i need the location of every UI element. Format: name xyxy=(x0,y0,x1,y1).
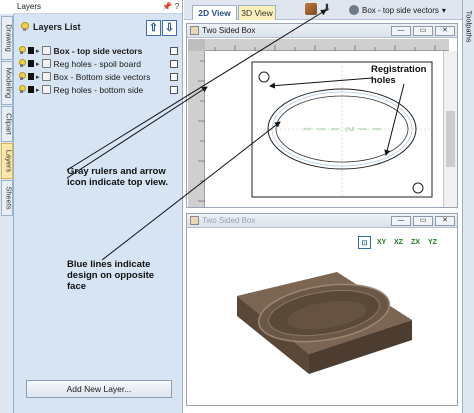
annotation-blue-lines: Blue lines indicate design on opposite f… xyxy=(67,259,155,292)
view-toolbar: 2D View 3D View ⬇ Box - top side vectors… xyxy=(184,0,462,20)
ruler-ticks xyxy=(214,45,436,51)
layer-lock-checkbox[interactable] xyxy=(170,46,178,55)
registration-hole xyxy=(258,71,270,83)
sheet-arrow-icon[interactable]: ⬇ xyxy=(321,3,333,15)
window-2d-view: Two Sided Box — ▭ ✕ ~ ∽ ∼ ∾ ∽ ~ xyxy=(186,23,458,208)
tab-3d-view[interactable]: 3D View xyxy=(238,5,276,20)
ruler-ticks xyxy=(198,60,205,202)
material-setup-icon[interactable] xyxy=(305,3,317,15)
layer-color-swatch[interactable] xyxy=(28,86,34,93)
bulb-icon xyxy=(20,22,29,32)
layer-icon xyxy=(41,85,51,94)
minimize-button[interactable]: — xyxy=(391,25,411,36)
layer-lock-checkbox[interactable] xyxy=(170,72,178,81)
window-icon xyxy=(190,26,199,35)
pin-icon[interactable]: 📌 xyxy=(162,2,172,11)
toolpaths-label: Toolpaths xyxy=(464,10,474,43)
add-new-layer-button[interactable]: Add New Layer... xyxy=(26,380,172,398)
visibility-bulb-icon[interactable] xyxy=(18,85,26,94)
layer-color-swatch[interactable] xyxy=(28,47,34,54)
layer-name[interactable]: Reg holes - spoil board xyxy=(54,59,170,69)
layer-color-swatch[interactable] xyxy=(28,60,34,67)
ruler-corner xyxy=(188,39,205,51)
chevron-icon: ▸ xyxy=(36,73,40,81)
layer-row[interactable]: ▸ Reg holes - spoil board xyxy=(18,57,180,70)
move-layer-up-button[interactable]: ⇧ xyxy=(146,20,161,36)
layer-row[interactable]: ▸ Box - top side vectors xyxy=(18,44,180,57)
chevron-down-icon: ▾ xyxy=(441,5,446,15)
layer-name[interactable]: Box - Bottom side vectors xyxy=(54,72,170,82)
layer-lock-checkbox[interactable] xyxy=(170,59,178,68)
panel-title-bar: Layers 📌 ? xyxy=(14,0,182,14)
layers-list-heading: Layers List xyxy=(20,22,81,32)
layer-row[interactable]: ▸ Reg holes - bottom side xyxy=(18,83,180,96)
sheet-selector-dropdown[interactable]: Box - top side vectors ▾ xyxy=(349,3,461,17)
tab-2d-view[interactable]: 2D View xyxy=(192,5,237,20)
horizontal-ruler xyxy=(205,39,449,51)
layer-color-swatch[interactable] xyxy=(28,73,34,80)
model-render-3d[interactable] xyxy=(187,214,459,407)
move-layer-down-button[interactable]: ⇩ xyxy=(162,20,177,36)
tab-sheets[interactable]: Sheets xyxy=(1,180,14,216)
window-2d-titlebar: Two Sided Box — ▭ ✕ xyxy=(187,24,457,38)
visibility-bulb-icon[interactable] xyxy=(18,72,26,81)
layer-icon xyxy=(41,46,51,55)
layer-name[interactable]: Reg holes - bottom side xyxy=(54,85,170,95)
window-3d-view: Two Sided Box — ▭ ✕ ⊡ XY XZ ZX YZ xyxy=(186,213,458,406)
window-2d-title: Two Sided Box xyxy=(202,26,256,35)
vertical-scrollbar[interactable] xyxy=(443,51,457,207)
tab-sheets-label: Sheets xyxy=(4,186,14,210)
help-icon[interactable]: ? xyxy=(172,2,182,11)
layers-list-title: Layers List xyxy=(33,22,81,32)
sheet-icon xyxy=(349,5,359,15)
chevron-icon: ▸ xyxy=(36,47,40,55)
layer-list: ▸ Box - top side vectors ▸ Reg holes - s… xyxy=(18,44,180,96)
engraved-text-mirrored: ~ ∽ ∼ ∾ ∽ ~ xyxy=(302,122,381,136)
registration-hole xyxy=(412,182,424,194)
layer-icon xyxy=(41,72,51,81)
chevron-icon: ▸ xyxy=(36,86,40,94)
maximize-button[interactable]: ▭ xyxy=(413,25,433,36)
panel-title: Layers xyxy=(17,2,42,11)
scrollbar-thumb[interactable] xyxy=(446,111,455,167)
annotation-registration-holes: Registration holes xyxy=(371,64,427,86)
vertical-tab-strip: Drawing Modeling Clipart Layers Sheets xyxy=(0,14,14,413)
chevron-icon: ▸ xyxy=(36,60,40,68)
annotation-gray-rulers: Gray rulers and arrow icon indicate top … xyxy=(67,166,168,188)
close-button[interactable]: ✕ xyxy=(435,25,455,36)
vertical-ruler xyxy=(188,51,205,207)
visibility-bulb-icon[interactable] xyxy=(18,59,26,68)
visibility-bulb-icon[interactable] xyxy=(18,46,26,55)
toolpaths-tab[interactable]: Toolpaths xyxy=(462,0,474,413)
sheet-selector-value: Box - top side vectors xyxy=(362,5,439,15)
layer-name[interactable]: Box - top side vectors xyxy=(54,46,170,56)
layer-row[interactable]: ▸ Box - Bottom side vectors xyxy=(18,70,180,83)
layer-order-buttons: ⇧ ⇩ xyxy=(146,20,177,36)
layers-panel: Layers 📌 ? Layers List ⇧ ⇩ ▸ Box - top s… xyxy=(14,0,183,413)
layer-icon xyxy=(41,59,51,68)
layer-lock-checkbox[interactable] xyxy=(170,85,178,94)
